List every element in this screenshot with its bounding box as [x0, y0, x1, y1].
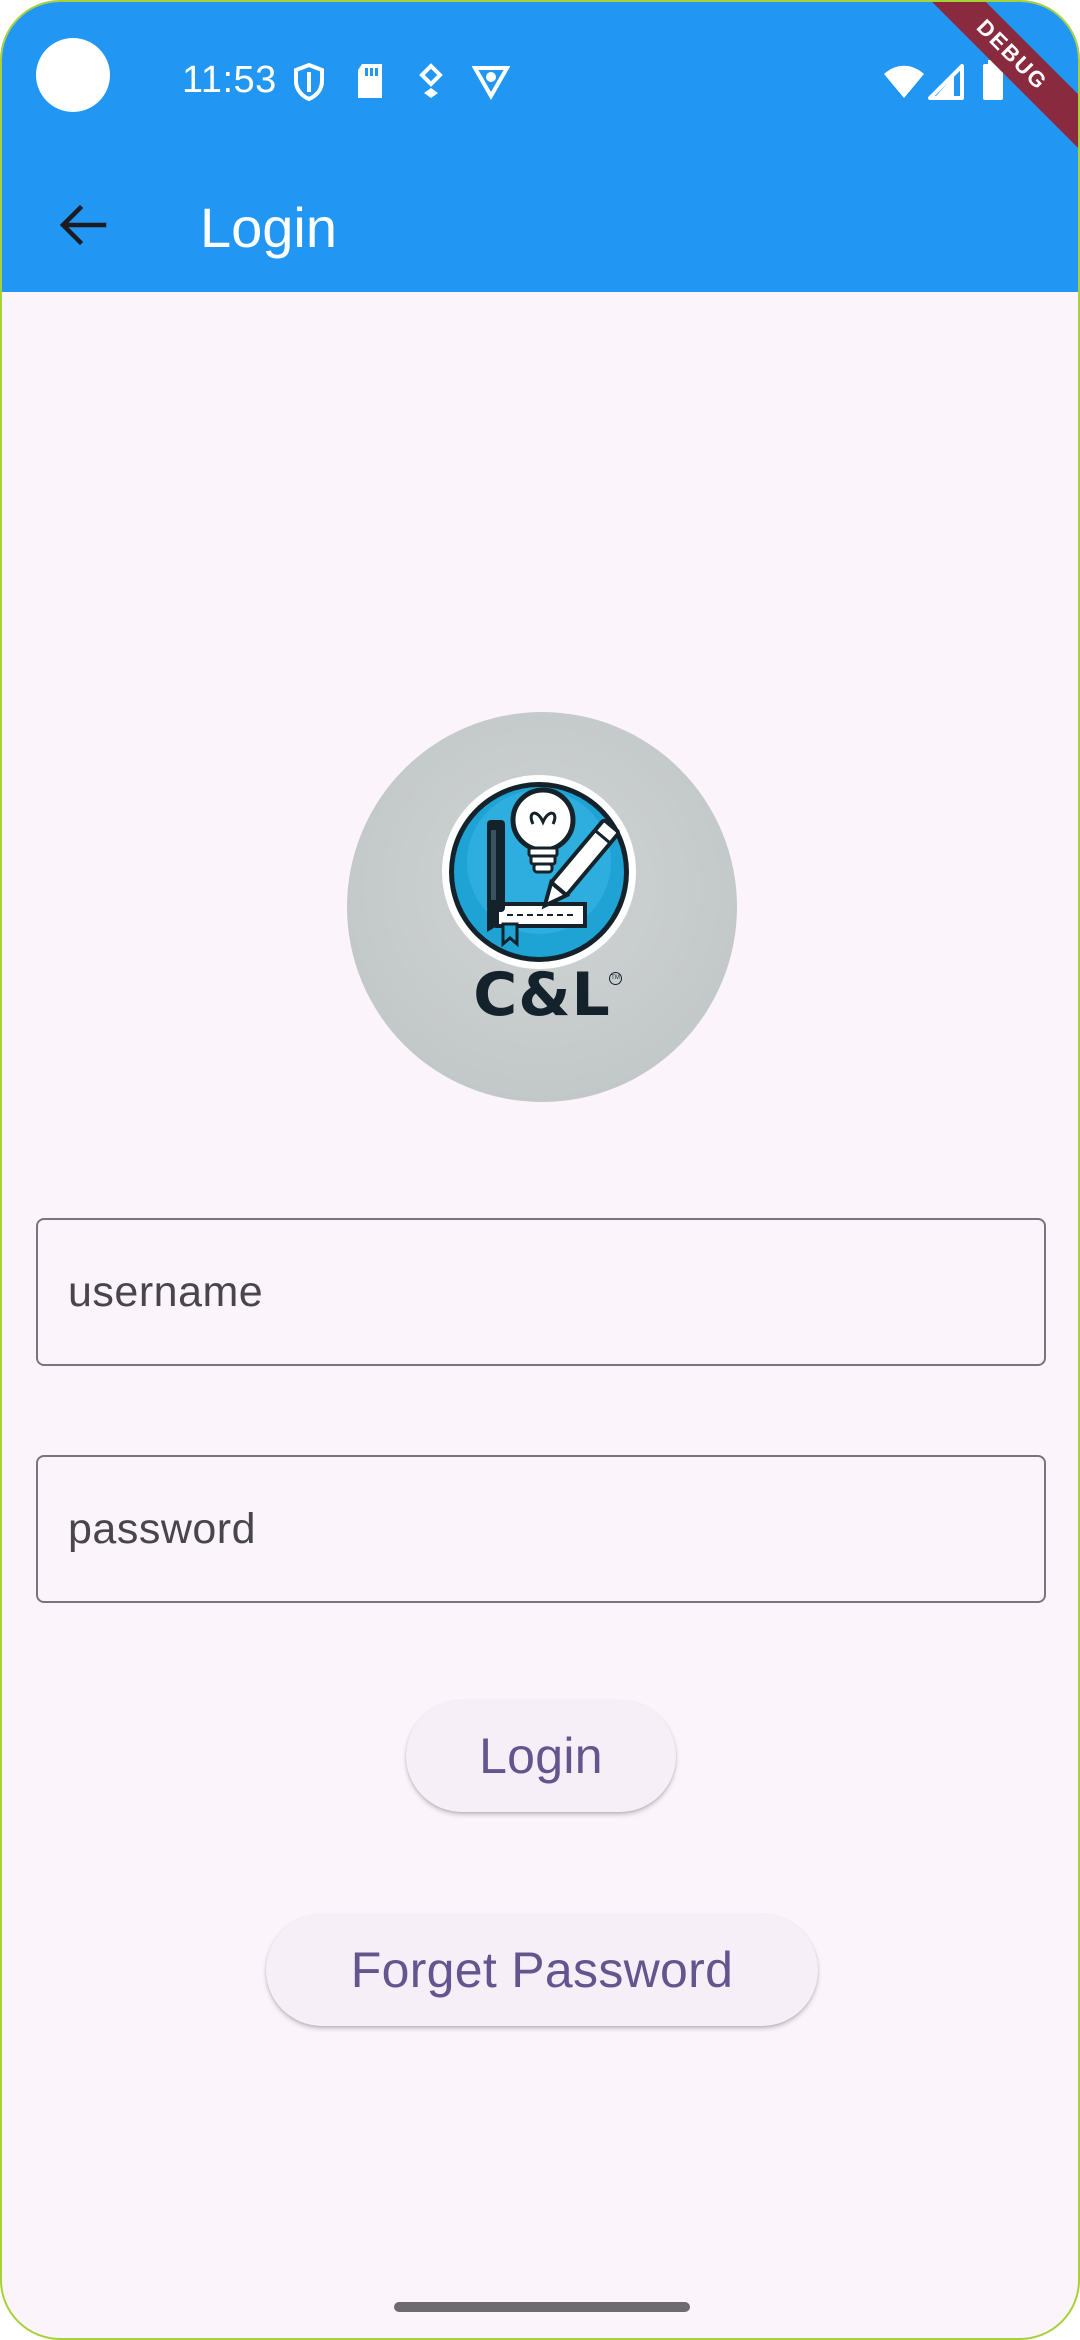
status-time: 11:53: [182, 59, 277, 101]
wifi-icon: [882, 64, 926, 105]
forget-password-button[interactable]: Forget Password: [266, 1914, 818, 2026]
lightbulb-pen-book-logo: [442, 775, 636, 969]
arrow-back-icon: [56, 199, 108, 256]
logo-text: C&L: [473, 960, 611, 1030]
signal-icon: [928, 64, 964, 105]
phone-screen: 11:53 Login DEBUG C&L TM username Login …: [0, 0, 1080, 2340]
shield-icon: [292, 62, 326, 107]
battery-icon: [982, 60, 1004, 105]
vpn-icon: [471, 62, 511, 105]
back-button[interactable]: [42, 187, 122, 267]
page-title: Login: [200, 196, 338, 259]
username-field[interactable]: [36, 1218, 1046, 1366]
password-input[interactable]: [38, 1457, 1044, 1601]
password-field[interactable]: [36, 1455, 1046, 1603]
login-button[interactable]: Login: [406, 1700, 676, 1812]
status-bar: 11:53: [2, 2, 1078, 162]
app-logo: C&L TM: [347, 712, 737, 1102]
app-bar: Login: [2, 162, 1078, 292]
location-icon: [416, 62, 446, 105]
username-input[interactable]: [38, 1220, 1044, 1364]
home-indicator[interactable]: [394, 2302, 690, 2312]
trademark-mark: TM: [609, 972, 622, 985]
sd-card-icon: [354, 62, 386, 105]
camera-cutout: [36, 38, 110, 112]
